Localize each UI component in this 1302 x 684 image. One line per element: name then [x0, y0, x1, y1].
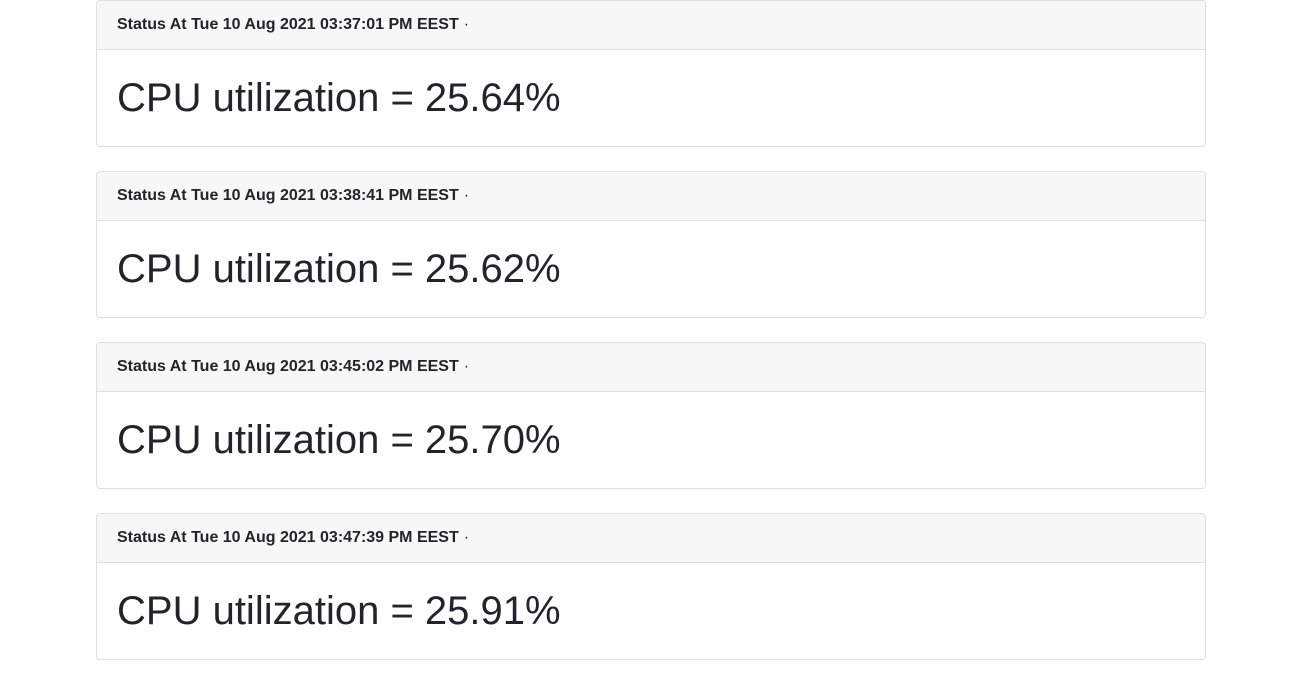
separator-dot: ·: [463, 358, 470, 375]
status-card-header: Status At Tue 10 Aug 2021 03:37:01 PM EE…: [97, 1, 1205, 50]
status-timestamp: Status At Tue 10 Aug 2021 03:38:41 PM EE…: [117, 187, 459, 204]
status-card-list: Status At Tue 10 Aug 2021 03:37:01 PM EE…: [96, 0, 1206, 684]
status-card-header: Status At Tue 10 Aug 2021 03:38:41 PM EE…: [97, 172, 1205, 221]
status-card: Status At Tue 10 Aug 2021 03:47:39 PM EE…: [96, 513, 1206, 660]
status-timestamp: Status At Tue 10 Aug 2021 03:45:02 PM EE…: [117, 358, 459, 375]
cpu-utilization-reading: CPU utilization = 25.70%: [117, 418, 561, 462]
separator-dot: ·: [463, 16, 470, 33]
status-card-body: CPU utilization = 25.62%: [97, 221, 1205, 317]
status-card: Status At Tue 10 Aug 2021 03:38:41 PM EE…: [96, 171, 1206, 318]
status-card: Status At Tue 10 Aug 2021 03:37:01 PM EE…: [96, 0, 1206, 147]
separator-dot: ·: [463, 187, 470, 204]
cpu-utilization-reading: CPU utilization = 25.91%: [117, 589, 561, 633]
cpu-utilization-reading: CPU utilization = 25.62%: [117, 247, 561, 291]
status-card-body: CPU utilization = 25.70%: [97, 392, 1205, 488]
status-card-header: Status At Tue 10 Aug 2021 03:45:02 PM EE…: [97, 343, 1205, 392]
separator-dot: ·: [463, 529, 470, 546]
status-card-body: CPU utilization = 25.91%: [97, 563, 1205, 659]
status-card: Status At Tue 10 Aug 2021 03:45:02 PM EE…: [96, 342, 1206, 489]
status-timestamp: Status At Tue 10 Aug 2021 03:37:01 PM EE…: [117, 16, 459, 33]
cpu-utilization-reading: CPU utilization = 25.64%: [117, 76, 561, 120]
status-timestamp: Status At Tue 10 Aug 2021 03:47:39 PM EE…: [117, 529, 459, 546]
status-card-body: CPU utilization = 25.64%: [97, 50, 1205, 146]
status-card-header: Status At Tue 10 Aug 2021 03:47:39 PM EE…: [97, 514, 1205, 563]
